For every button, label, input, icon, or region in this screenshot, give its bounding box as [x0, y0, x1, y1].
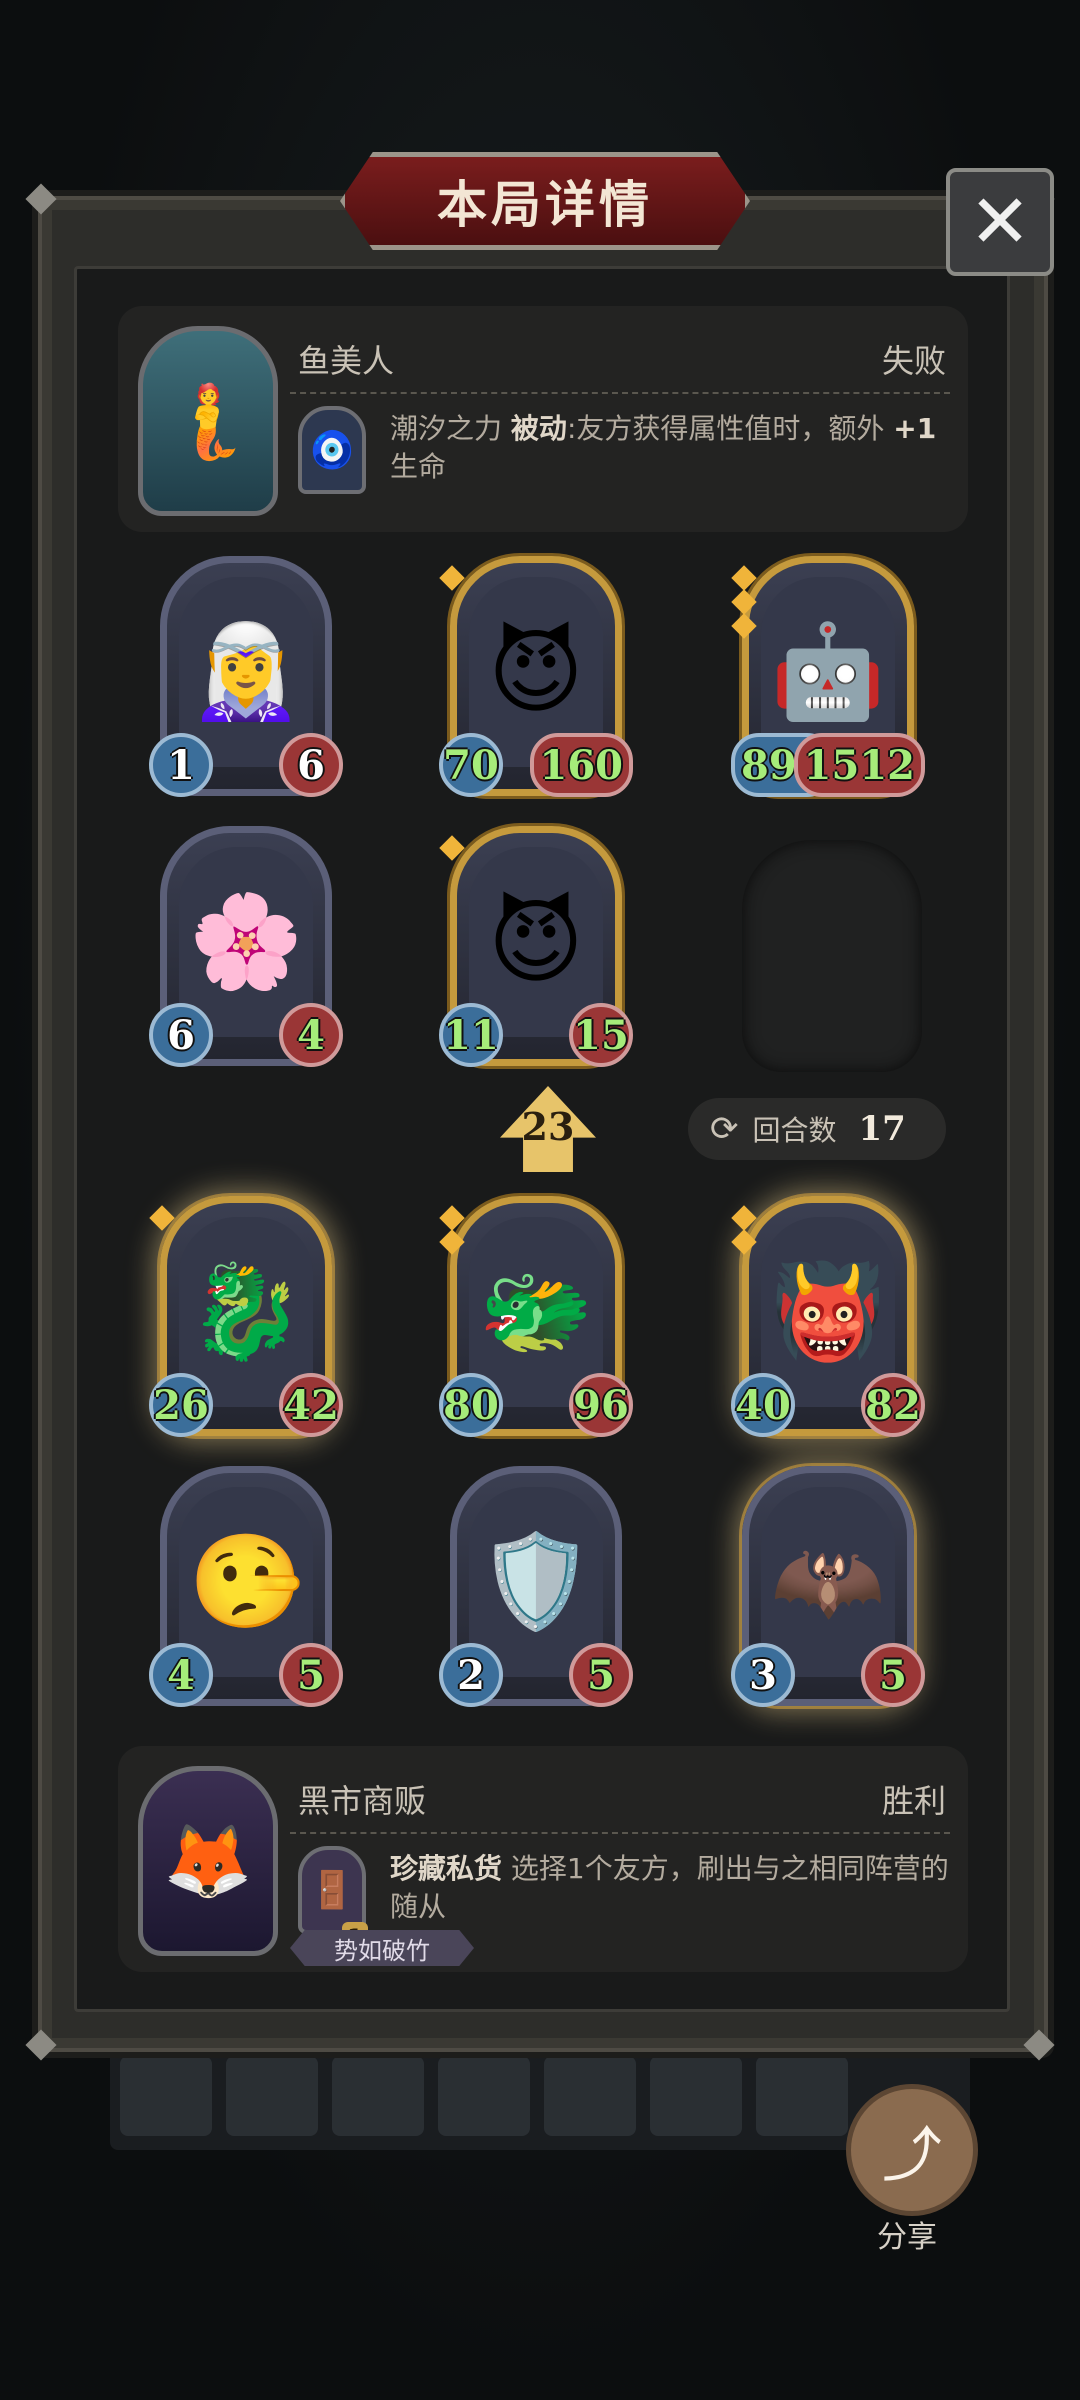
star-icon [439, 565, 465, 591]
trait-tag: 势如破竹 [290, 1930, 474, 1966]
door-icon: 🚪 [309, 1870, 355, 1911]
background-slot [650, 2056, 742, 2136]
close-icon: ✕ [968, 179, 1031, 265]
attack-value: 6 [149, 1003, 213, 1067]
background-slot [226, 2056, 318, 2136]
minion-card[interactable]: 🛡️ 2 5 [439, 1466, 633, 1707]
star-icon [439, 1229, 465, 1255]
star-icon [731, 589, 757, 615]
hero-power-bonus: +1 [893, 412, 937, 445]
star-markers [439, 565, 465, 593]
health-value: 160 [529, 733, 633, 797]
close-button[interactable]: ✕ [946, 168, 1054, 276]
minion-card[interactable]: 🤖 893 1512 [731, 556, 925, 797]
opponent-hero-block: 🧜 鱼美人 失败 🧿 潮汐之力 被动:友方获得属性值时，额外 +1 生命 [118, 306, 968, 532]
hero-power-description: 潮汐之力 被动:友方获得属性值时，额外 +1 生命 [390, 410, 950, 486]
hero-power-button[interactable]: 🚪 [298, 1846, 366, 1934]
health-value: 96 [569, 1373, 633, 1437]
health-value: 5 [279, 1643, 343, 1707]
health-value: 82 [861, 1373, 925, 1437]
share-button[interactable]: ⤴ [846, 2084, 978, 2216]
star-icon [439, 835, 465, 861]
rounds-counter: ⟳ 回合数 17 [688, 1098, 946, 1160]
minion-card[interactable]: 😈 70 160 [439, 556, 633, 797]
attack-value: 40 [731, 1373, 795, 1437]
minion-card[interactable]: 🤥 4 5 [149, 1466, 343, 1707]
page-title: 本局详情 [437, 176, 653, 234]
hero-power-name: 珍藏私货 [390, 1852, 503, 1885]
health-value: 4 [279, 1003, 343, 1067]
star-icon [439, 1205, 465, 1231]
star-icon [731, 1205, 757, 1231]
background-card-strip [110, 2040, 970, 2150]
star-icon [149, 1205, 175, 1231]
hero-portrait[interactable]: 🧜 [138, 326, 278, 516]
hero-result: 胜利 [881, 1782, 946, 1820]
background-slot [438, 2056, 530, 2136]
attack-value: 1 [149, 733, 213, 797]
health-value: 42 [279, 1373, 343, 1437]
empty-minion-slot [742, 840, 922, 1072]
hero-power-icon: 🧿 [309, 430, 355, 471]
merchant-portrait-icon: 🦊 [163, 1818, 253, 1903]
hero-power-name: 潮汐之力 [390, 412, 503, 445]
divider [290, 1832, 950, 1834]
background-slot [120, 2056, 212, 2136]
hero-name: 黑市商贩 [298, 1782, 427, 1820]
star-markers [149, 1205, 175, 1233]
title-plate: 本局详情 [340, 152, 750, 250]
attack-value: 3 [731, 1643, 795, 1707]
attack-value: 70 [439, 733, 503, 797]
rounds-label: 回合数 [752, 1114, 837, 1147]
hero-power-text: :友方获得属性值时，额外 [566, 412, 885, 445]
hero-name: 鱼美人 [298, 342, 395, 380]
player-hero-block: 🦊 黑市商贩 胜利 🚪 1 珍藏私货 选择1个友方，刷出与之相同阵营的随从 势如… [118, 1746, 968, 1972]
hero-power-type: 被动 [510, 412, 567, 445]
minion-card[interactable]: 👹 40 82 [731, 1196, 925, 1437]
minion-card[interactable]: 🐉 26 42 [149, 1196, 343, 1437]
rounds-value: 17 [858, 1109, 906, 1149]
star-icon [731, 613, 757, 639]
star-icon [731, 1229, 757, 1255]
minion-card[interactable]: 🦇 3 5 [731, 1466, 925, 1707]
star-markers [439, 1205, 465, 1257]
attack-value: 11 [439, 1003, 503, 1067]
background-slot [332, 2056, 424, 2136]
health-value: 5 [861, 1643, 925, 1707]
minion-card[interactable]: 😈 11 15 [439, 826, 633, 1067]
hero-power-bonus-text: 生命 [390, 450, 447, 483]
star-icon [731, 565, 757, 591]
tavern-tier: 23 [521, 1104, 575, 1149]
hero-power-description: 珍藏私货 选择1个友方，刷出与之相同阵营的随从 [390, 1850, 950, 1926]
hero-power-button[interactable]: 🧿 [298, 406, 366, 494]
divider [290, 392, 950, 394]
background-slot [544, 2056, 636, 2136]
refresh-icon: ⟳ [710, 1109, 739, 1149]
star-markers [731, 1205, 757, 1257]
mermaid-portrait-icon: 🧜 [163, 378, 253, 463]
attack-value: 26 [149, 1373, 213, 1437]
health-value: 15 [569, 1003, 633, 1067]
share-icon: ⤴ [882, 2120, 942, 2191]
hero-portrait[interactable]: 🦊 [138, 1766, 278, 1956]
background-slot [756, 2056, 848, 2136]
attack-value: 2 [439, 1643, 503, 1707]
minion-card[interactable]: 🌸 6 4 [149, 826, 343, 1067]
health-value: 5 [569, 1643, 633, 1707]
share-label: 分享 [877, 2220, 937, 2255]
attack-value: 80 [439, 1373, 503, 1437]
minion-card[interactable]: 🐲 80 96 [439, 1196, 633, 1437]
health-value: 6 [279, 733, 343, 797]
star-markers [731, 565, 757, 641]
hero-result: 失败 [881, 342, 946, 380]
health-value: 1512 [793, 733, 925, 797]
attack-value: 4 [149, 1643, 213, 1707]
star-markers [439, 835, 465, 863]
minion-card[interactable]: 🧝‍♀️ 1 6 [149, 556, 343, 797]
